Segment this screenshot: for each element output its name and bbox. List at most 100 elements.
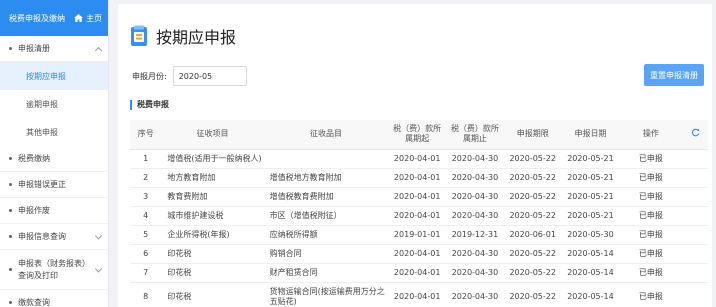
status-cell: 已申报 xyxy=(619,282,683,307)
row-index-cell: 2 xyxy=(130,168,162,188)
bullet-icon xyxy=(9,157,12,160)
status-cell: 已申报 xyxy=(619,244,683,264)
home-icon xyxy=(74,14,83,22)
sidebar-item-label: 申报作废 xyxy=(18,206,50,215)
collection-item-cell: 教育费附加 xyxy=(161,187,264,207)
chevron-down-icon xyxy=(94,264,103,273)
sidebar-subitem-due-declaration[interactable]: 按期应申报 xyxy=(0,62,108,90)
document-icon xyxy=(131,25,147,46)
sidebar-item-void-declaration[interactable]: 申报作废 xyxy=(0,198,108,224)
bullet-icon xyxy=(9,209,12,212)
column-header: 税（费）款所属期止 xyxy=(446,120,504,150)
sidebar-item-payment-query[interactable]: 缴款查询 xyxy=(0,290,108,307)
sidebar-item-declaration-query[interactable]: 申报信息查询 xyxy=(0,224,108,250)
sidebar-header: 税费申报及缴纳 主页 xyxy=(0,0,108,36)
bullet-icon xyxy=(9,183,12,186)
row-spacer-cell xyxy=(682,206,708,226)
period-end-cell: 2020-04-30 xyxy=(446,187,504,207)
collection-item-cell: 地方教育附加 xyxy=(161,168,264,188)
sidebar-item-report-print[interactable]: 申报表（财务报表）查询及打印 xyxy=(0,250,108,290)
table-row[interactable]: 4 城市维护建设税 市区（增值税附征） 2020-04-01 2020-04-30 202… xyxy=(130,206,708,226)
table-row[interactable]: 5 企业所得税(年报) 应纳税所得额 2019-01-01 2019-12-31 2020… xyxy=(130,225,708,245)
bullet-icon xyxy=(9,268,12,271)
month-input[interactable] xyxy=(172,66,247,86)
section-title: 税费申报 xyxy=(130,100,169,110)
deadline-cell: 2020-05-22 xyxy=(503,263,562,283)
deadline-cell: 2020-06-01 xyxy=(503,225,562,245)
declaration-date-cell: 2020-05-30 xyxy=(561,225,620,245)
collection-item-cell: 城市维护建设税 xyxy=(161,206,264,226)
table-row[interactable]: 7 印花税 财产租赁合同 2020-04-01 2020-04-30 2020-05-22… xyxy=(130,263,708,283)
row-index-cell: 3 xyxy=(130,187,162,207)
declaration-date-cell: 2020-05-21 xyxy=(561,187,620,207)
sidebar-subitem-overdue-declaration[interactable]: 逾期申报 xyxy=(0,90,108,118)
collection-category-cell: 购销合同 xyxy=(263,244,389,264)
period-start-cell: 2020-04-01 xyxy=(388,168,447,188)
period-start-cell: 2020-04-01 xyxy=(388,244,447,264)
declaration-date-cell: 2020-05-21 xyxy=(561,149,620,169)
table-row[interactable]: 3 教育费附加 增值税教育费附加 2020-04-01 2020-04-30 2020-0… xyxy=(130,187,708,207)
collection-item-cell: 企业所得税(年报) xyxy=(161,225,264,245)
sidebar-header-title: 税费申报及缴纳 xyxy=(9,13,65,23)
month-label: 申报月份: xyxy=(132,71,167,81)
app: 税费申报及缴纳 主页 申报清册 按期应申报 逾期申报 其他申报 税费缴纳 申报错… xyxy=(0,0,716,307)
column-header: 申报期限 xyxy=(503,120,562,150)
row-spacer-cell xyxy=(682,282,708,307)
main-panel: 按期应申报 申报月份: 重置申报清册 税费申报 序号征收项目征收品目税（费）款所… xyxy=(118,4,712,307)
home-label: 主页 xyxy=(86,13,102,23)
column-header: 征收项目 xyxy=(161,120,264,150)
period-start-cell: 2020-04-01 xyxy=(388,263,447,283)
column-header: 税（费）款所属期起 xyxy=(388,120,447,150)
status-cell: 已申报 xyxy=(619,263,683,283)
row-index-cell: 8 xyxy=(130,282,162,307)
bullet-icon xyxy=(9,301,12,304)
collection-category-cell: 增值税教育费附加 xyxy=(263,187,389,207)
table-header-row: 序号 征收项目 征收品目 税（费）款所属期起 税（费）款所属期止 申报期限 申报日期 操作 xyxy=(130,120,708,150)
row-index-cell: 7 xyxy=(130,263,162,283)
declaration-date-cell: 2020-05-21 xyxy=(561,206,620,226)
collection-category-cell: 增值税地方教育附加 xyxy=(263,168,389,188)
deadline-cell: 2020-05-22 xyxy=(503,282,562,307)
deadline-cell: 2020-05-22 xyxy=(503,149,562,169)
collection-category-cell xyxy=(263,149,389,169)
declaration-table: 序号 征收项目 征收品目 税（费）款所属期起 税（费）款所属期止 申报期限 申报日期 操作 1… xyxy=(130,120,708,307)
row-spacer-cell xyxy=(682,244,708,264)
status-cell: 已申报 xyxy=(619,149,683,169)
chevron-up-icon xyxy=(94,46,103,54)
collection-category-cell: 货物运输合同(按运输费用万分之五贴花) xyxy=(263,282,389,307)
status-cell: 已申报 xyxy=(619,225,683,245)
home-link[interactable]: 主页 xyxy=(74,13,102,24)
collection-item-cell: 印花税 xyxy=(161,282,264,307)
page-title: 按期应申报 xyxy=(156,28,237,47)
table-row[interactable]: 8 印花税 货物运输合同(按运输费用万分之五贴花) 2020-04-01 2020-04… xyxy=(130,282,708,307)
collection-category-cell: 财产租赁合同 xyxy=(263,263,389,283)
sidebar-item-error-correction[interactable]: 申报错误更正 xyxy=(0,172,108,198)
sidebar-subitem-other-declaration[interactable]: 其他申报 xyxy=(0,118,108,146)
declaration-date-cell: 2020-05-14 xyxy=(561,282,620,307)
period-end-cell: 2020-04-30 xyxy=(446,168,504,188)
row-spacer-cell xyxy=(682,168,708,188)
sidebar-item-tax-payment[interactable]: 税费缴纳 xyxy=(0,146,108,172)
period-start-cell: 2020-04-01 xyxy=(388,149,447,169)
row-spacer-cell xyxy=(682,187,708,207)
sidebar-item-declaration-list[interactable]: 申报清册 xyxy=(0,36,108,62)
collection-item-cell: 印花税 xyxy=(161,244,264,264)
refresh-column-header[interactable] xyxy=(682,120,708,150)
period-end-cell: 2020-04-30 xyxy=(446,282,504,307)
table-row[interactable]: 2 地方教育附加 增值税地方教育附加 2020-04-01 2020-04-30 2020… xyxy=(130,168,708,188)
sidebar-item-label: 申报表（财务报表）查询及打印 xyxy=(18,258,90,280)
period-end-cell: 2020-04-30 xyxy=(446,244,504,264)
collection-item-cell: 印花税 xyxy=(161,263,264,283)
reset-declaration-list-button[interactable]: 重置申报清册 xyxy=(644,64,704,86)
refresh-icon[interactable] xyxy=(691,128,700,137)
column-header: 申报日期 xyxy=(561,120,620,150)
sidebar-item-label: 税费缴纳 xyxy=(18,154,50,163)
deadline-cell: 2020-05-22 xyxy=(503,187,562,207)
column-header: 序号 xyxy=(130,120,162,150)
deadline-cell: 2020-05-22 xyxy=(503,168,562,188)
table-row[interactable]: 1 增值税(适用于一般纳税人) 2020-04-01 2020-04-30 2020-0… xyxy=(130,149,708,169)
table-row[interactable]: 6 印花税 购销合同 2020-04-01 2020-04-30 2020-05-22 20… xyxy=(130,244,708,264)
column-header: 操作 xyxy=(619,120,683,150)
declaration-date-cell: 2020-05-14 xyxy=(561,263,620,283)
page-header: 按期应申报 xyxy=(130,24,236,48)
